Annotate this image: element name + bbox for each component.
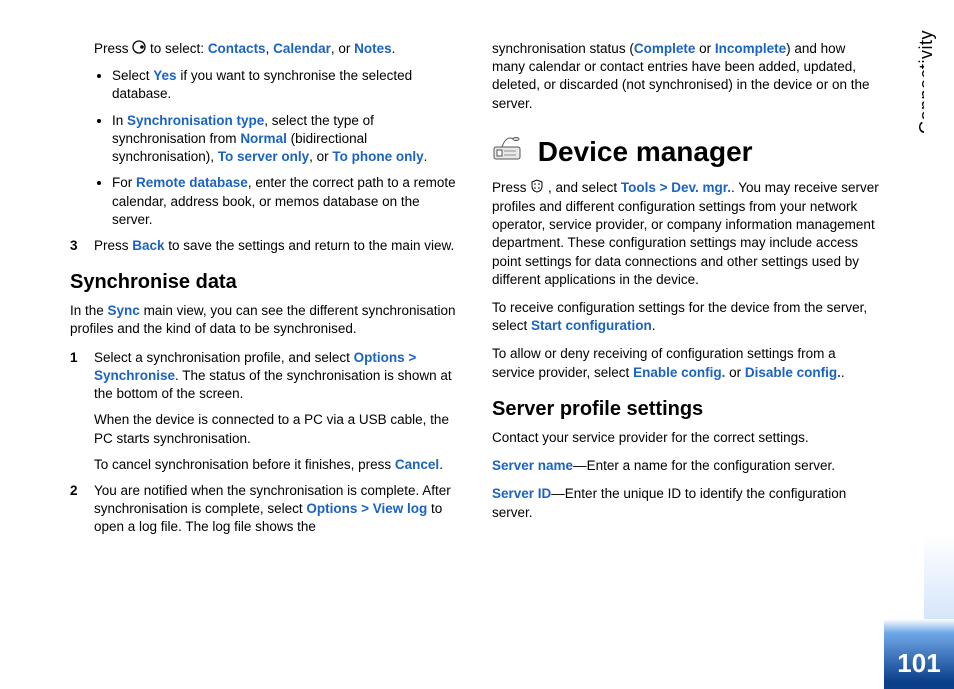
page-number: 101 — [897, 646, 940, 681]
page-body: Press to select: Contacts, Calendar, or … — [70, 40, 880, 650]
heading-device-manager: Device manager — [538, 133, 753, 171]
heading-synchronise-data: Synchronise data — [70, 269, 458, 296]
step-1: 1 Select a synchronisation profile, and … — [70, 349, 458, 404]
step-text: Press Back to save the settings and retu… — [88, 237, 458, 255]
device-manager-icon — [492, 133, 528, 168]
step-2: 2 You are notified when the synchronisat… — [70, 482, 458, 537]
server-intro: Contact your service provider for the co… — [492, 429, 880, 447]
step-3: 3 Press Back to save the settings and re… — [70, 237, 458, 255]
bullet-list: Select Yes if you want to synchronise th… — [94, 67, 458, 229]
joystick-icon — [132, 40, 146, 59]
two-column-layout: Press to select: Contacts, Calendar, or … — [70, 40, 880, 545]
step-number: 3 — [70, 237, 88, 255]
sync-intro: In the Sync main view, you can see the d… — [70, 302, 458, 338]
right-column: synchronisation status (Complete or Inco… — [492, 40, 880, 545]
step-text: Select a synchronisation profile, and se… — [88, 349, 458, 404]
step-1-sub2: To cancel synchronisation before it fini… — [94, 456, 458, 474]
step-number: 2 — [70, 482, 88, 537]
press-select-line: Press to select: Contacts, Calendar, or … — [94, 40, 458, 59]
bullet-item: Select Yes if you want to synchronise th… — [112, 67, 458, 103]
page-number-corner: 101 — [884, 619, 954, 689]
heading-server-profile: Server profile settings — [492, 396, 880, 423]
devmgr-p2: To receive configuration settings for th… — [492, 299, 880, 335]
server-id-line: Server ID—Enter the unique ID to identif… — [492, 485, 880, 521]
step-text: You are notified when the synchronisatio… — [88, 482, 458, 537]
step-number: 1 — [70, 349, 88, 404]
bullet-item: In Synchronisation type, select the type… — [112, 112, 458, 167]
left-column: Press to select: Contacts, Calendar, or … — [70, 40, 458, 545]
chapter-row: Device manager — [492, 123, 880, 179]
step-1-sub1: When the device is connected to a PC via… — [94, 411, 458, 447]
devmgr-p1: Press , and select Tools > Dev. mgr.. Yo… — [492, 179, 880, 289]
devmgr-p3: To allow or deny receiving of configurat… — [492, 345, 880, 381]
side-gradient — [924, 59, 954, 619]
server-name-line: Server name—Enter a name for the configu… — [492, 457, 880, 475]
continuation-paragraph: synchronisation status (Complete or Inco… — [492, 40, 880, 113]
bullet-item: For Remote database, enter the correct p… — [112, 174, 458, 229]
menu-key-icon — [530, 179, 544, 198]
